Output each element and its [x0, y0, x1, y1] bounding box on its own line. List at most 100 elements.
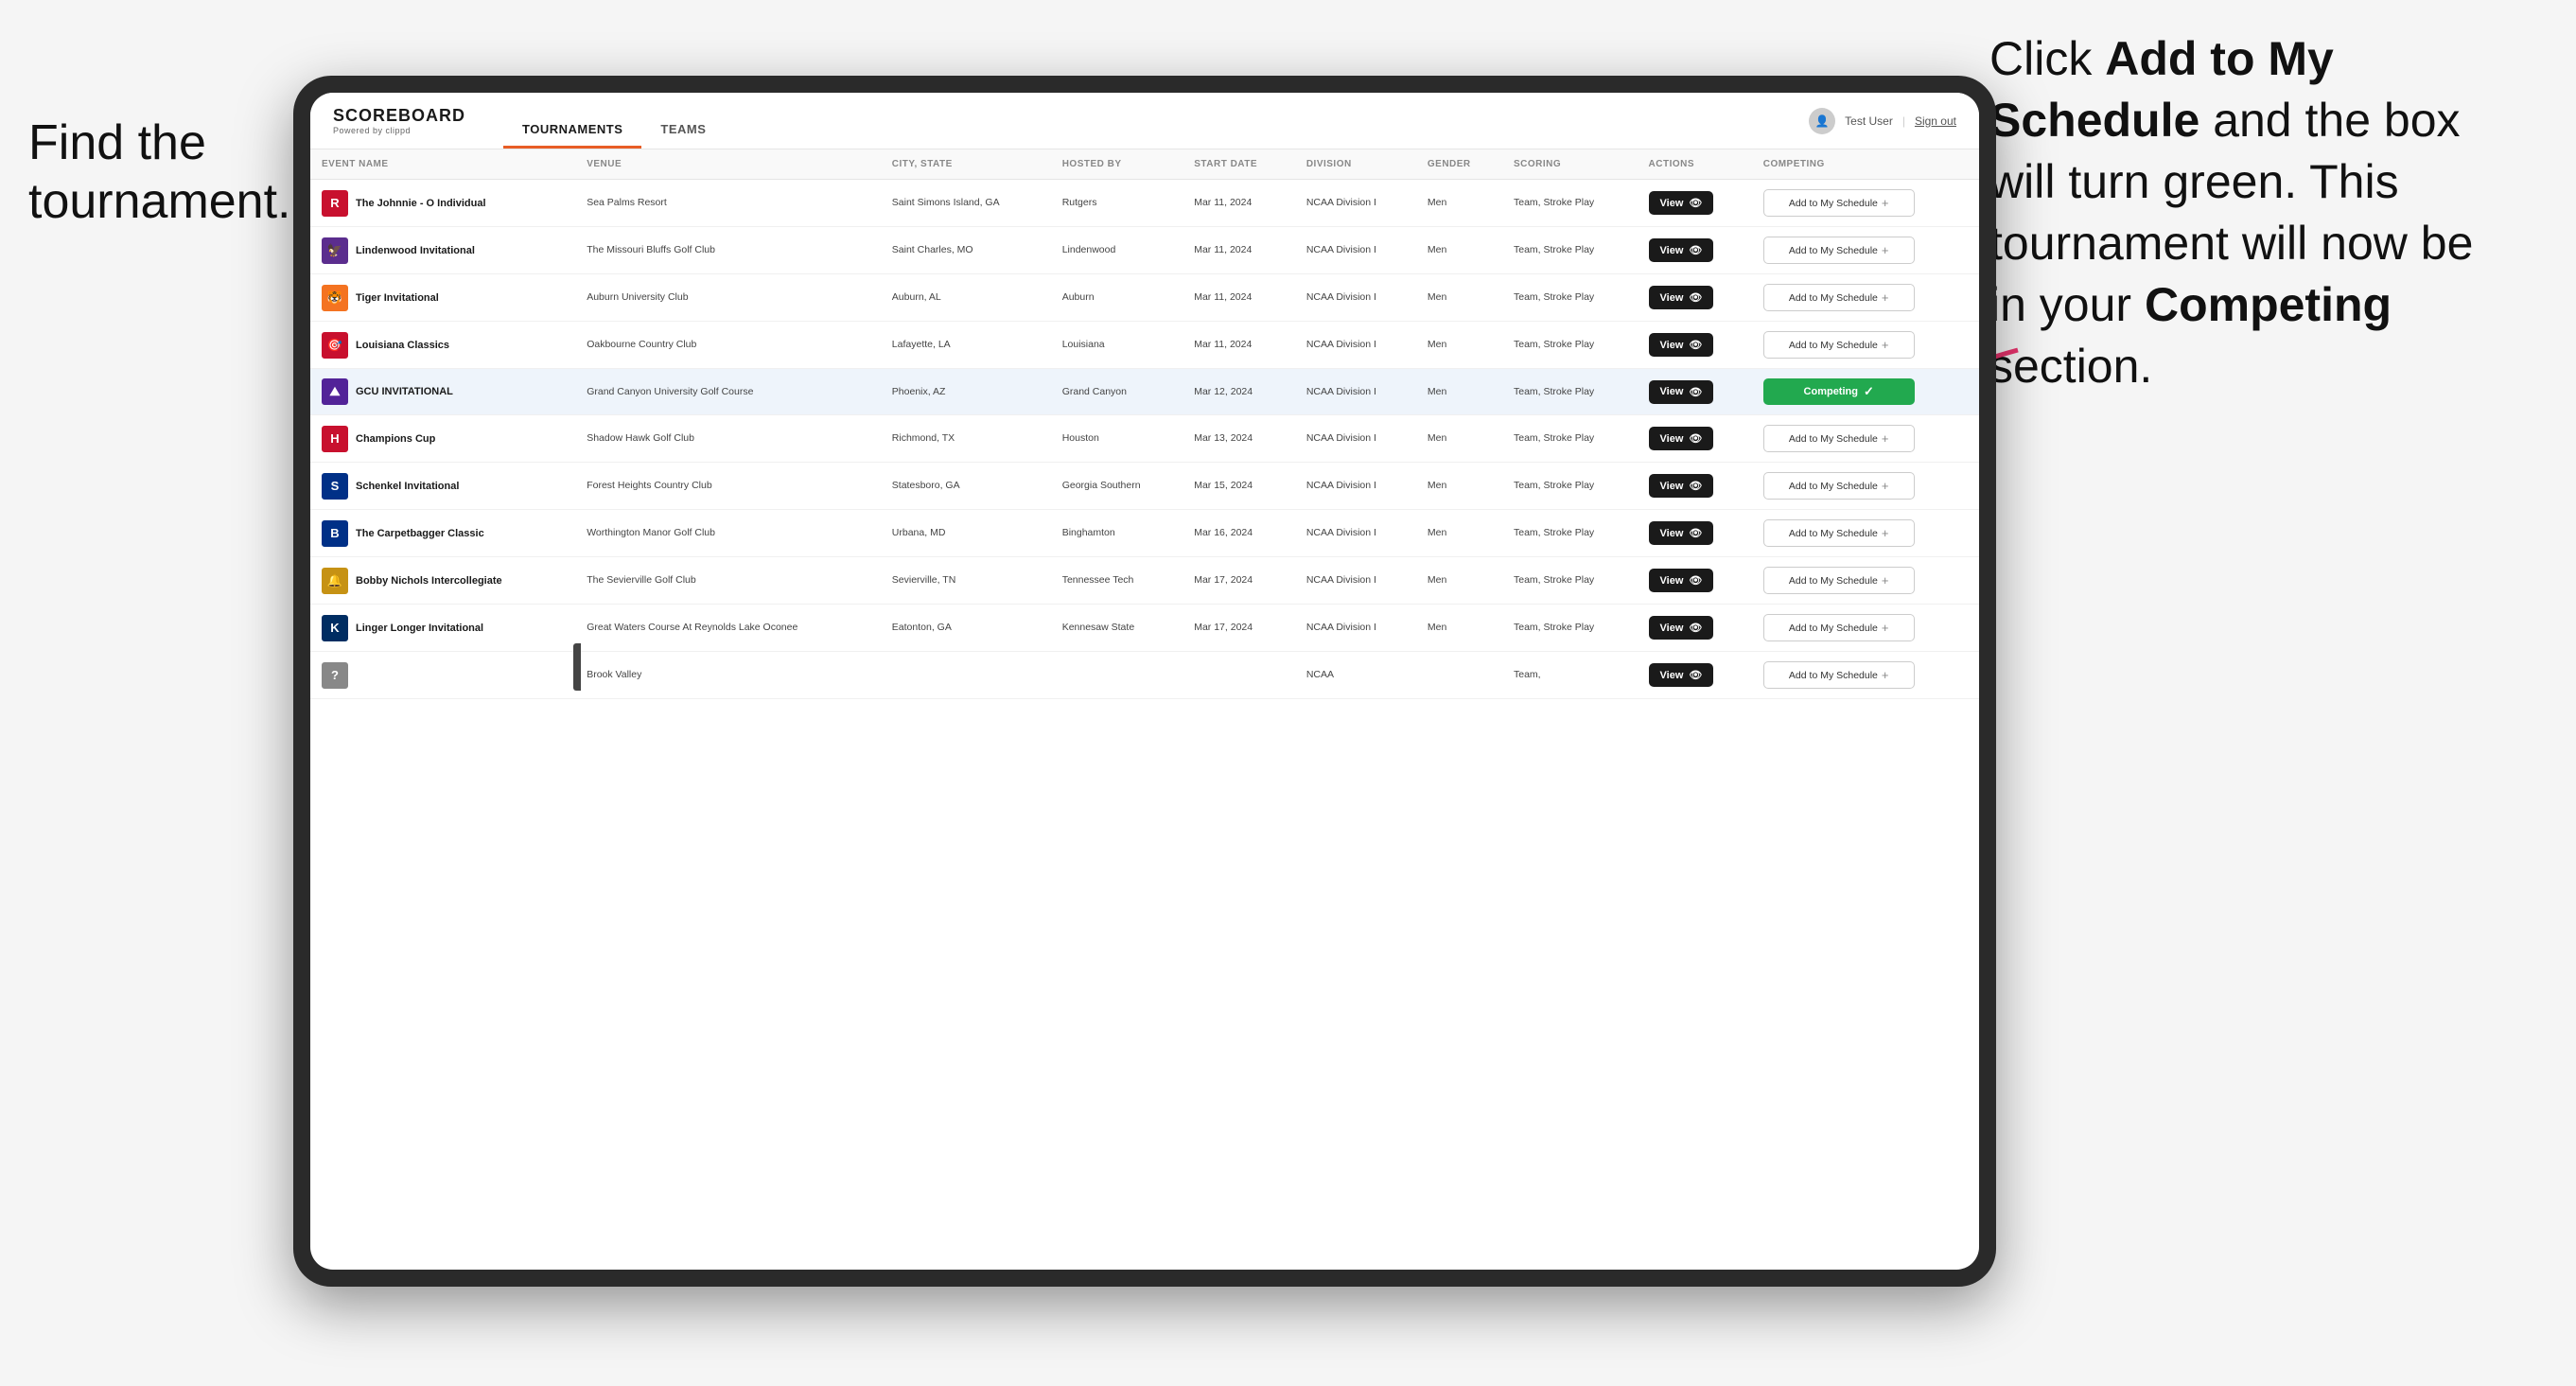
- scoring-cell: Team, Stroke Play: [1502, 322, 1638, 369]
- view-button[interactable]: View 👁: [1649, 569, 1714, 592]
- gender-cell: Men: [1416, 463, 1502, 510]
- division-cell: NCAA Division I: [1295, 605, 1416, 652]
- view-button[interactable]: View 👁: [1649, 380, 1714, 404]
- signout-link[interactable]: Sign out: [1915, 114, 1956, 128]
- venue-cell: Worthington Manor Golf Club: [575, 510, 881, 557]
- venue-cell: Sea Palms Resort: [575, 180, 881, 227]
- division-cell: NCAA Division I: [1295, 274, 1416, 322]
- view-button[interactable]: View 👁: [1649, 521, 1714, 545]
- table-row: H Champions Cup Shadow Hawk Golf ClubRic…: [310, 415, 1979, 463]
- view-button[interactable]: View 👁: [1649, 616, 1714, 640]
- eye-icon: 👁: [1689, 480, 1702, 492]
- add-to-schedule-button[interactable]: Add to My Schedule +: [1763, 237, 1915, 264]
- venue-cell: The Missouri Bluffs Golf Club: [575, 227, 881, 274]
- scoring-cell: Team, Stroke Play: [1502, 227, 1638, 274]
- city-cell: Statesboro, GA: [881, 463, 1051, 510]
- add-label: Add to My Schedule: [1789, 528, 1878, 539]
- city-cell: Auburn, AL: [881, 274, 1051, 322]
- plus-icon: +: [1882, 196, 1889, 210]
- eye-icon: 👁: [1689, 244, 1702, 256]
- city-cell: Lafayette, LA: [881, 322, 1051, 369]
- event-name: GCU INVITATIONAL: [356, 386, 453, 397]
- action-cell: View 👁: [1638, 463, 1752, 510]
- venue-cell: Shadow Hawk Golf Club: [575, 415, 881, 463]
- scoring-cell: Team, Stroke Play: [1502, 557, 1638, 605]
- view-button[interactable]: View 👁: [1649, 333, 1714, 357]
- view-button[interactable]: View 👁: [1649, 663, 1714, 687]
- view-button[interactable]: View 👁: [1649, 191, 1714, 215]
- competing-cell: Add to My Schedule +: [1752, 463, 1979, 510]
- view-button[interactable]: View 👁: [1649, 474, 1714, 498]
- division-cell: NCAA Division I: [1295, 415, 1416, 463]
- division-cell: NCAA Division I: [1295, 180, 1416, 227]
- event-name: The Johnnie - O Individual: [356, 198, 486, 209]
- hosted-cell: Tennessee Tech: [1051, 557, 1183, 605]
- col-start-date: START DATE: [1183, 149, 1295, 180]
- add-to-schedule-button[interactable]: Add to My Schedule +: [1763, 472, 1915, 500]
- action-cell: View 👁: [1638, 322, 1752, 369]
- table-header-row: EVENT NAME VENUE CITY, STATE HOSTED BY S…: [310, 149, 1979, 180]
- add-to-schedule-button[interactable]: Add to My Schedule +: [1763, 425, 1915, 452]
- team-logo: S: [322, 473, 348, 500]
- team-logo: 🎯: [322, 332, 348, 359]
- plus-icon: +: [1882, 479, 1889, 493]
- competing-cell: Add to My Schedule +: [1752, 605, 1979, 652]
- division-cell: NCAA: [1295, 652, 1416, 699]
- view-button[interactable]: View 👁: [1649, 286, 1714, 309]
- annotation-right-text1: Click: [1989, 32, 2105, 85]
- event-name: Tiger Invitational: [356, 292, 439, 304]
- add-label: Add to My Schedule: [1789, 292, 1878, 304]
- team-logo: H: [322, 426, 348, 452]
- venue-cell: Auburn University Club: [575, 274, 881, 322]
- eye-icon: 👁: [1689, 527, 1702, 539]
- table-row: 🐯 Tiger Invitational Auburn University C…: [310, 274, 1979, 322]
- competing-cell: Add to My Schedule +: [1752, 322, 1979, 369]
- venue-cell: Forest Heights Country Club: [575, 463, 881, 510]
- nav-right: 👤 Test User | Sign out: [1809, 108, 1956, 134]
- plus-icon: +: [1882, 526, 1889, 540]
- competing-cell: Add to My Schedule +: [1752, 652, 1979, 699]
- event-name: Schenkel Invitational: [356, 481, 459, 492]
- tab-tournaments[interactable]: TOURNAMENTS: [503, 113, 641, 149]
- add-to-schedule-button[interactable]: Add to My Schedule +: [1763, 331, 1915, 359]
- tab-teams[interactable]: TEAMS: [641, 113, 725, 149]
- col-gender: GENDER: [1416, 149, 1502, 180]
- add-label: Add to My Schedule: [1789, 623, 1878, 634]
- hosted-cell: Houston: [1051, 415, 1183, 463]
- add-to-schedule-button[interactable]: Add to My Schedule +: [1763, 189, 1915, 217]
- view-button[interactable]: View 👁: [1649, 427, 1714, 450]
- col-event-name: EVENT NAME: [310, 149, 575, 180]
- city-cell: Phoenix, AZ: [881, 369, 1051, 415]
- date-cell: [1183, 652, 1295, 699]
- add-to-schedule-button[interactable]: Add to My Schedule +: [1763, 661, 1915, 689]
- date-cell: Mar 15, 2024: [1183, 463, 1295, 510]
- add-to-schedule-button[interactable]: Add to My Schedule +: [1763, 614, 1915, 641]
- hosted-cell: Grand Canyon: [1051, 369, 1183, 415]
- date-cell: Mar 11, 2024: [1183, 180, 1295, 227]
- hosted-cell: Auburn: [1051, 274, 1183, 322]
- city-cell: Eatonton, GA: [881, 605, 1051, 652]
- division-cell: NCAA Division I: [1295, 369, 1416, 415]
- add-to-schedule-button[interactable]: Add to My Schedule +: [1763, 519, 1915, 547]
- add-label: Add to My Schedule: [1789, 245, 1878, 256]
- eye-icon: 👁: [1689, 339, 1702, 351]
- eye-icon: 👁: [1689, 622, 1702, 634]
- competing-button[interactable]: Competing ✓: [1763, 378, 1915, 405]
- action-cell: View 👁: [1638, 415, 1752, 463]
- col-scoring: SCORING: [1502, 149, 1638, 180]
- hosted-cell: [1051, 652, 1183, 699]
- add-to-schedule-button[interactable]: Add to My Schedule +: [1763, 567, 1915, 594]
- table-row: R The Johnnie - O Individual Sea Palms R…: [310, 180, 1979, 227]
- date-cell: Mar 12, 2024: [1183, 369, 1295, 415]
- gender-cell: Men: [1416, 510, 1502, 557]
- date-cell: Mar 11, 2024: [1183, 227, 1295, 274]
- division-cell: NCAA Division I: [1295, 322, 1416, 369]
- table-body: R The Johnnie - O Individual Sea Palms R…: [310, 180, 1979, 699]
- add-to-schedule-button[interactable]: Add to My Schedule +: [1763, 284, 1915, 311]
- gender-cell: Men: [1416, 274, 1502, 322]
- view-button[interactable]: View 👁: [1649, 238, 1714, 262]
- eye-icon: 👁: [1689, 197, 1702, 209]
- eye-icon: 👁: [1689, 291, 1702, 304]
- add-label: Add to My Schedule: [1789, 198, 1878, 209]
- event-name: Champions Cup: [356, 433, 435, 445]
